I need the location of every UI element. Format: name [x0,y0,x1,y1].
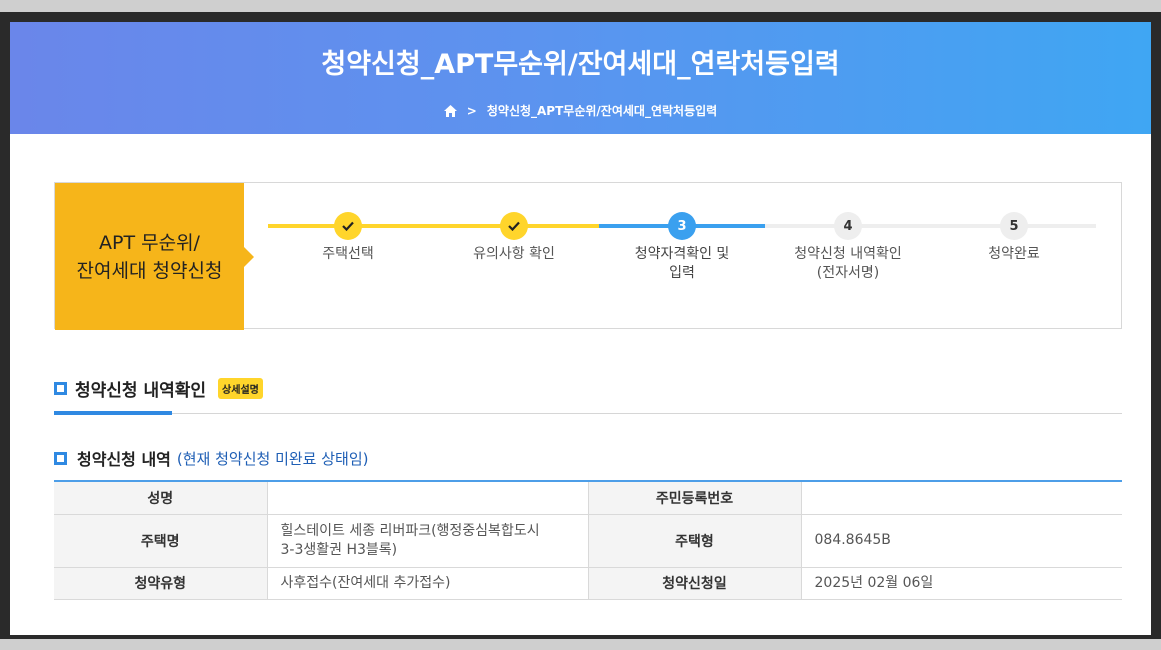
step-4-number: 4 [834,212,862,240]
table-row: 청약유형 사후접수(잔여세대 추가접수) 청약신청일 2025년 02월 06일 [54,567,1122,600]
step-4-label: 청약신청 내역확인 (전자서명) [773,245,923,283]
step-5-label: 청약완료 [939,245,1089,264]
step-box-title-line2: 잔여세대 청약신청 [76,259,223,282]
label-application-date: 청약신청일 [587,567,801,600]
label-resident-number: 주민등록번호 [587,481,801,515]
step-3-label: 청약자격확인 및 입력 [607,245,757,283]
step-5-number: 5 [1000,212,1028,240]
section-details-heading: 청약신청 내역 (현재 청약신청 미완료 상태임) [54,446,369,470]
step-2-label-line1: 유의사항 확인 [473,246,555,262]
step-1-label-line1: 주택선택 [322,246,374,262]
step-3-label-line2: 입력 [669,265,695,281]
step-3-number: 3 [668,212,696,240]
step-4-label-line1: 청약신청 내역확인 [794,246,902,262]
value-application-type: 사후접수(잔여세대 추가접수) [266,567,588,600]
table-row: 주택명 힐스테이트 세종 리버파크(행정중심복합도시 3-3생활권 H3블록) … [54,514,1122,568]
value-housing-type: 084.8645B [800,514,1122,568]
step-2-check-icon [500,212,528,240]
value-housing-name-line2: 3-3생활권 H3블록) [280,541,398,558]
section-divider [54,413,1122,414]
step-2-label: 유의사항 확인 [439,245,589,264]
section-confirm-title: 청약신청 내역확인 [75,381,207,401]
step-4-label-line2: (전자서명) [816,265,880,281]
step-box-title-line1: APT 무순위/ [99,231,200,254]
home-icon[interactable] [443,104,457,117]
status-note: (현재 청약신청 미완료 상태임) [176,449,369,468]
breadcrumb-separator: > [466,103,477,118]
section-confirm-heading: 청약신청 내역확인 상세설명 [54,376,263,401]
page-window: 청약신청_APT무순위/잔여세대_연락처등입력 > 청약신청_APT무순위/잔여… [10,22,1151,635]
value-housing-name: 힐스테이트 세종 리버파크(행정중심복합도시 3-3생활권 H3블록) [266,514,588,568]
section-divider-accent [54,411,172,415]
breadcrumb: > 청약신청_APT무순위/잔여세대_연락처등입력 [10,102,1151,119]
label-housing-name: 주택명 [54,514,267,568]
value-resident-number [800,481,1122,515]
step-3-label-line1: 청약자격확인 및 [634,246,730,262]
square-bullet-icon [54,451,67,465]
step-5-label-line1: 청약완료 [988,246,1040,262]
label-application-type: 청약유형 [54,567,267,600]
table-row: 성명 주민등록번호 [54,481,1122,515]
section-details-title: 청약신청 내역 [77,450,171,469]
page-title: 청약신청_APT무순위/잔여세대_연락처등입력 [321,49,840,80]
step-1-label: 주택선택 [273,245,423,264]
page-header: 청약신청_APT무순위/잔여세대_연락처등입력 > 청약신청_APT무순위/잔여… [10,22,1151,134]
step-box-title: APT 무순위/ 잔여세대 청약신청 [55,183,254,330]
label-housing-type: 주택형 [587,514,801,568]
step-1-check-icon [334,212,362,240]
step-track-1 [268,224,599,228]
breadcrumb-current[interactable]: 청약신청_APT무순위/잔여세대_연락처등입력 [487,102,717,119]
detail-info-badge[interactable]: 상세설명 [218,378,263,399]
value-name [266,481,588,515]
step-progress: APT 무순위/ 잔여세대 청약신청 주택선택 유의사항 확인 3 청약자격확인… [54,182,1122,330]
value-housing-name-line1: 힐스테이트 세종 리버파크(행정중심복합도시 [280,522,540,539]
application-details-table: 성명 주민등록번호 주택명 힐스테이트 세종 리버파크(행정중심복합도시 3-3… [54,480,1122,600]
square-bullet-icon [54,382,67,395]
label-name: 성명 [54,481,267,515]
step-track-3 [765,224,1096,228]
value-application-date: 2025년 02월 06일 [800,567,1122,600]
